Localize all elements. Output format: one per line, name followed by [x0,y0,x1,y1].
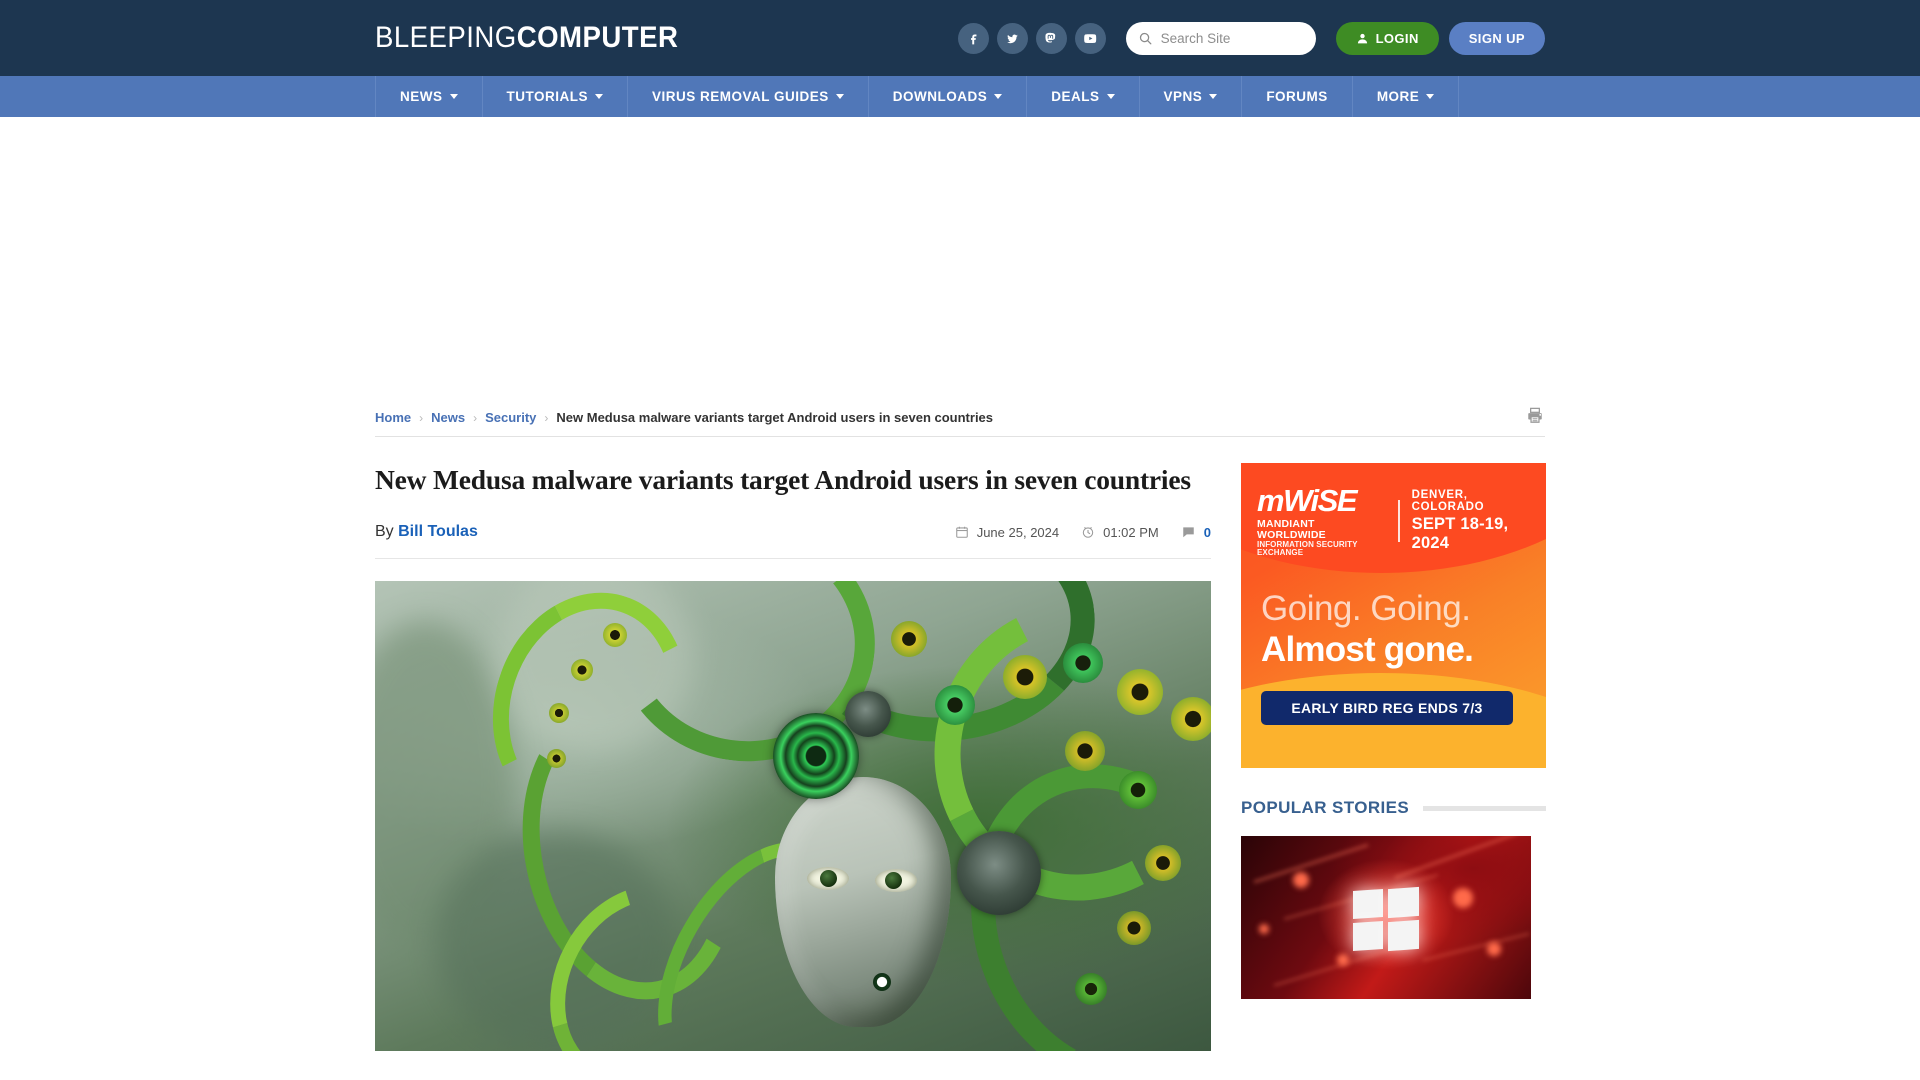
nav-item-tutorials[interactable]: TUTORIALS [483,76,628,117]
author-link[interactable]: Bill Toulas [398,523,478,540]
leaderboard-ad-slot [0,117,1920,399]
breadcrumb-item-security[interactable]: Security [485,410,536,425]
logo-bold-text: COMPUTER [516,21,679,54]
sidebar: mWiSE MANDIANT WORLDWIDE INFORMATION SEC… [1241,463,1546,1051]
comment-count-value: 0 [1203,524,1211,540]
chevron-down-icon [1106,94,1115,99]
nav-label: DOWNLOADS [892,89,988,104]
breadcrumb-row: Home › News › Security › New Medusa malw… [375,399,1545,437]
breadcrumb-current: New Medusa malware variants target Andro… [556,410,994,425]
head-gear-right [957,831,1041,916]
search-box[interactable] [1125,21,1316,55]
signup-label: SIGN UP [1468,30,1525,46]
breadcrumb-item-news[interactable]: News [431,410,465,425]
nav-label: DEALS [1051,89,1100,104]
signup-button[interactable]: SIGN UP [1448,21,1545,55]
nav-label: VIRUS REMOVAL GUIDES [652,89,829,104]
breadcrumb: Home › News › Security › New Medusa malw… [375,410,993,425]
clock-icon [1082,527,1094,539]
login-button[interactable]: LOGIN [1335,21,1439,55]
breadcrumb-separator: › [544,410,549,425]
comment-icon [1183,527,1194,538]
nav-label: FORUMS [1266,89,1328,104]
mwise-logo: mWiSE MANDIANT WORLDWIDE INFORMATION SEC… [1257,485,1386,557]
search-input[interactable] [1160,30,1301,46]
mwise-brand: mWiSE [1257,483,1358,518]
nav-label: MORE [1376,89,1420,104]
breadcrumb-separator: › [419,410,424,425]
article-hero-image [375,581,1211,1052]
ad-cta-button[interactable]: EARLY BIRD REG ENDS 7/3 [1261,690,1513,725]
ad-dates: SEPT 18-19, 2024 [1411,515,1509,552]
nav-label: TUTORIALS [506,89,588,104]
chevron-down-icon [835,94,844,99]
logo-light-text: BLEEPING [375,21,517,54]
popular-stories-header: POPULAR STORIES [1241,798,1546,818]
nav-item-downloads[interactable]: DOWNLOADS [869,76,1028,117]
by-label: By [375,523,394,541]
facebook-icon[interactable] [957,22,989,54]
social-links [957,22,1106,54]
mwise-subtitle-1: MANDIANT WORLDWIDE [1257,518,1326,541]
article-column: New Medusa malware variants target Andro… [375,463,1211,1052]
chevron-down-icon [994,94,1003,99]
printer-icon[interactable] [1525,406,1545,430]
breadcrumb-item-home[interactable]: Home [375,410,411,425]
site-header: BLEEPINGCOMPUTER Search Site LOGIN SIGN … [0,0,1920,76]
head-disc-left [773,713,859,800]
nav-item-vpns[interactable]: VPNS [1140,76,1243,117]
sidebar-ad-mwise[interactable]: mWiSE MANDIANT WORLDWIDE INFORMATION SEC… [1241,463,1546,768]
publish-time: 01:02 PM [1081,525,1159,540]
publish-date: June 25, 2024 [955,525,1059,540]
date-text: June 25, 2024 [976,524,1060,540]
time-text: 01:02 PM [1103,524,1159,540]
user-icon [1357,33,1367,43]
mastodon-icon[interactable] [1035,22,1067,54]
breadcrumb-separator: › [473,410,478,425]
youtube-icon[interactable] [1074,22,1106,54]
byline: By Bill Toulas [375,523,478,541]
chevron-down-icon [1209,94,1218,99]
chevron-down-icon [595,94,603,99]
chevron-down-icon [449,94,458,99]
nav-item-more[interactable]: MORE [1353,76,1460,117]
login-label: LOGIN [1375,30,1419,46]
page-title: New Medusa malware variants target Andro… [375,464,1191,495]
twitter-icon[interactable] [996,22,1028,54]
ad-headline-1: Going. Going. [1261,589,1471,628]
nav-label: NEWS [400,89,443,104]
main-navigation: NEWS TUTORIALS VIRUS REMOVAL GUIDES DOWN… [0,76,1920,117]
popular-stories-title: POPULAR STORIES [1241,798,1410,817]
section-rule [1423,805,1546,811]
page-content: Home › News › Security › New Medusa malw… [375,399,1546,1052]
nav-item-virus-removal-guides[interactable]: VIRUS REMOVAL GUIDES [628,76,869,117]
chevron-down-icon [1426,94,1435,99]
ad-divider [1397,500,1400,542]
popular-story-thumbnail[interactable] [1241,836,1531,999]
calendar-icon [955,527,968,539]
nav-label: VPNS [1163,89,1203,104]
ad-location: DENVER, COLORADO [1411,489,1485,513]
article-meta: By Bill Toulas June 25, 2024 01:02 PM 0 [375,523,1211,560]
windows-logo-icon [1353,886,1419,952]
nav-item-news[interactable]: NEWS [376,76,483,117]
nav-item-deals[interactable]: DEALS [1027,76,1140,117]
site-logo[interactable]: BLEEPINGCOMPUTER [375,21,678,55]
comment-count[interactable]: 0 [1181,525,1211,540]
search-icon [1139,32,1151,44]
nav-item-forums[interactable]: FORUMS [1242,76,1353,117]
mwise-subtitle-2: INFORMATION SECURITY EXCHANGE [1257,540,1358,557]
ad-headline-2: Almost gone. [1261,629,1474,669]
